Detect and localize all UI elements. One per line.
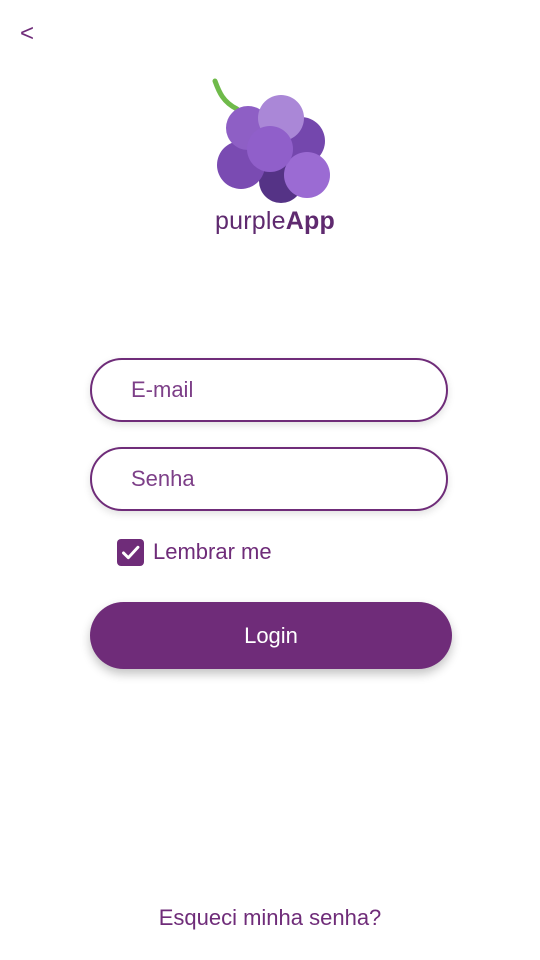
- check-icon: [122, 545, 140, 559]
- app-name-regular: purple: [215, 207, 286, 235]
- app-name: purpleApp: [205, 206, 345, 236]
- remember-me-label: Lembrar me: [153, 539, 272, 564]
- back-button[interactable]: <: [20, 18, 34, 50]
- remember-me-toggle[interactable]: Lembrar me: [117, 537, 272, 567]
- grape-icon: [212, 78, 330, 203]
- email-input[interactable]: [92, 360, 446, 420]
- forgot-password-link[interactable]: Esqueci minha senha?: [0, 905, 540, 931]
- login-button[interactable]: Login: [90, 602, 452, 669]
- password-input[interactable]: [92, 449, 446, 509]
- password-field[interactable]: [90, 447, 448, 511]
- remember-me-checkbox[interactable]: [117, 538, 144, 566]
- app-logo: purpleApp: [205, 78, 345, 240]
- app-name-bold: App: [285, 207, 335, 235]
- email-field[interactable]: [90, 358, 448, 422]
